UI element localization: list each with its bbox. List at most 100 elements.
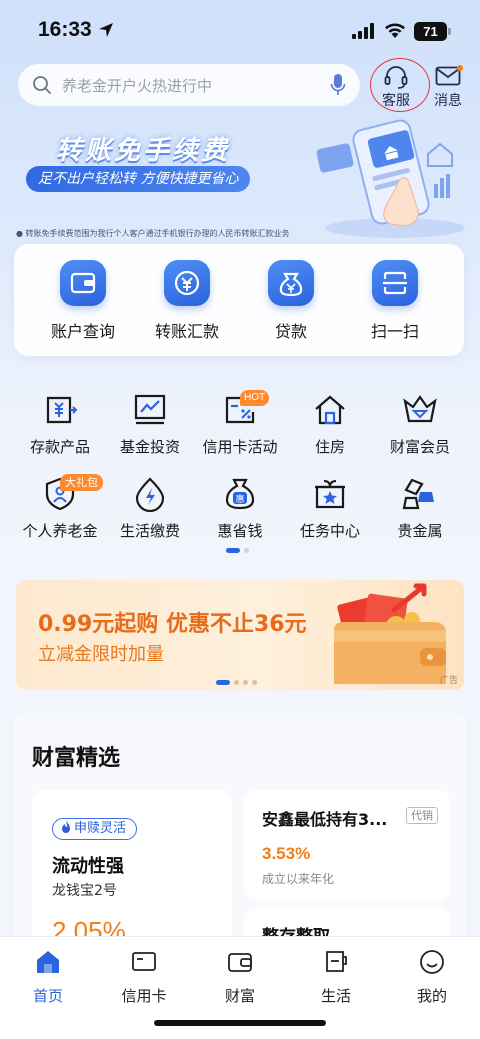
grid-label: 信用卡活动	[202, 438, 278, 456]
cellular-signal-icon	[352, 23, 374, 39]
grid-fund-investment[interactable]: 基金投资	[106, 390, 194, 457]
smile-icon	[420, 950, 444, 974]
quick-actions-card: 账户查询 转账汇款 贷款 扫一扫	[14, 244, 464, 356]
transfer-promo-banner[interactable]: 转账免手续费 足不出户轻松转 方便快捷更省心 ● 转账免手续费范围为我行个人客户…	[0, 118, 480, 244]
tab-life[interactable]: 生活	[288, 947, 384, 1006]
quick-loan[interactable]: 贷款	[246, 260, 336, 342]
featured-product-name: 龙钱宝2号	[52, 883, 117, 899]
quick-action-label: 扫一扫	[370, 322, 419, 341]
grid-utility-payment[interactable]: 生活缴费	[106, 474, 194, 541]
battery-indicator: 71	[414, 22, 447, 41]
promo-pager-active	[216, 680, 230, 685]
quick-transfer[interactable]: 转账汇款	[142, 260, 232, 342]
transfer-icon	[164, 260, 210, 306]
search-icon	[33, 76, 51, 94]
promo-pager-dot	[243, 680, 248, 685]
feature-chip-label: 申赎灵活	[74, 821, 127, 836]
grid-label: 财富会员	[389, 438, 450, 456]
banner-subtitle: 足不出户轻松转 方便快捷更省心	[26, 166, 251, 192]
grid-save-money[interactable]: 惠 惠省钱	[196, 474, 284, 541]
tab-label: 我的	[416, 987, 447, 1005]
search-input[interactable]: 养老金开户火热进行中	[18, 64, 360, 106]
grid-pager-dot	[244, 548, 249, 553]
grid-label: 个人养老金	[22, 522, 98, 540]
red-envelope-wallet-illustration	[334, 583, 446, 684]
messages-button[interactable]: 消息	[428, 62, 468, 112]
customer-service-button[interactable]: 客服	[368, 60, 430, 112]
grid-task-center[interactable]: 任务中心	[286, 474, 374, 541]
card-icon	[132, 952, 156, 971]
quick-action-label: 转账汇款	[154, 322, 219, 341]
section-title: 财富精选	[32, 746, 121, 771]
feature-chip: 申赎灵活	[52, 818, 138, 840]
grid-housing[interactable]: 住房	[286, 390, 374, 457]
headset-icon	[384, 66, 408, 89]
tab-label: 首页	[32, 987, 63, 1005]
tab-label: 生活	[320, 987, 351, 1005]
search-placeholder: 养老金开户火热进行中	[62, 77, 213, 95]
featured-name: 流动性强	[52, 856, 124, 877]
tab-label: 信用卡	[121, 987, 167, 1005]
messages-label: 消息	[434, 93, 462, 109]
grid-label: 基金投资	[119, 438, 180, 456]
status-time: 16:33	[38, 18, 92, 41]
wallet-icon	[60, 260, 106, 306]
home-icon	[37, 951, 59, 973]
grid-label: 任务中心	[299, 522, 360, 540]
diamond-crown-icon	[400, 390, 440, 430]
gift-badge: 大礼包	[60, 474, 103, 491]
promo-pager-dot	[234, 680, 239, 685]
scan-icon	[372, 260, 418, 306]
house-icon	[310, 390, 350, 430]
lightning-drop-icon	[130, 474, 170, 514]
flame-icon	[62, 821, 70, 833]
grid-label: 存款产品	[29, 438, 90, 456]
location-arrow-icon	[99, 23, 113, 37]
grid-wealth-member[interactable]: 财富会员	[376, 390, 464, 457]
battery-tip	[448, 28, 451, 35]
tab-label: 财富	[224, 987, 255, 1005]
wealth-selection-section: 财富精选 申赎灵活 流动性强 龙钱宝2号 2.05% 安鑫最低持有3... 代销…	[14, 712, 466, 988]
money-bag-icon	[268, 260, 314, 306]
unread-dot	[457, 65, 463, 71]
customer-service-label: 客服	[382, 93, 410, 109]
banner-note: ● 转账免手续费范围为我行个人客户通过手机银行办理的人民币转账汇款业务	[16, 229, 290, 238]
wallet-icon	[228, 953, 252, 972]
grid-deposit-products[interactable]: 存款产品	[16, 390, 104, 457]
quick-action-label: 账户查询	[50, 322, 115, 341]
grid-label: 生活缴费	[119, 522, 180, 540]
quick-scan[interactable]: 扫一扫	[350, 260, 440, 342]
product-rate: 3.53%	[262, 844, 311, 863]
gift-star-icon	[310, 474, 350, 514]
tab-home[interactable]: 首页	[0, 947, 96, 1006]
microphone-icon[interactable]	[330, 73, 346, 97]
product-tag: 代销	[406, 807, 438, 824]
quick-account-query[interactable]: 账户查询	[38, 260, 128, 342]
home-indicator	[154, 1020, 326, 1026]
grid-label: 惠省钱	[217, 522, 263, 540]
fund-chart-icon	[130, 390, 170, 430]
grid-label: 贵金属	[397, 522, 443, 540]
ad-tag: 广告	[439, 676, 458, 686]
tab-mine[interactable]: 我的	[384, 947, 480, 1006]
promo-subtitle: 立减金限时加量	[38, 644, 164, 665]
phone-hand-illustration	[316, 119, 465, 238]
wifi-icon	[385, 23, 405, 38]
product-card[interactable]: 安鑫最低持有3... 代销 3.53% 成立以来年化	[244, 790, 450, 900]
gold-bars-icon	[400, 474, 440, 514]
deposit-icon	[40, 390, 80, 430]
status-bar: 16:33 71	[0, 0, 480, 62]
grid-precious-metals[interactable]: 贵金属	[376, 474, 464, 541]
save-money-glyph: 惠	[235, 493, 244, 505]
coupon-promo-banner[interactable]: 0.99元起购 优惠不止36元 立减金限时加量 广告	[16, 580, 464, 690]
savings-bag-icon: 惠	[220, 474, 260, 514]
tab-credit-card[interactable]: 信用卡	[96, 947, 192, 1006]
hot-badge: HOT	[240, 390, 270, 406]
tab-wealth[interactable]: 财富	[192, 947, 288, 1006]
promo-title: 0.99元起购 优惠不止36元	[38, 612, 307, 637]
grid-pager-active	[226, 548, 240, 553]
promo-pager-dot	[252, 680, 257, 685]
grid-label: 住房	[314, 438, 345, 456]
cup-icon	[326, 951, 347, 972]
product-name: 安鑫最低持有3...	[262, 810, 388, 829]
